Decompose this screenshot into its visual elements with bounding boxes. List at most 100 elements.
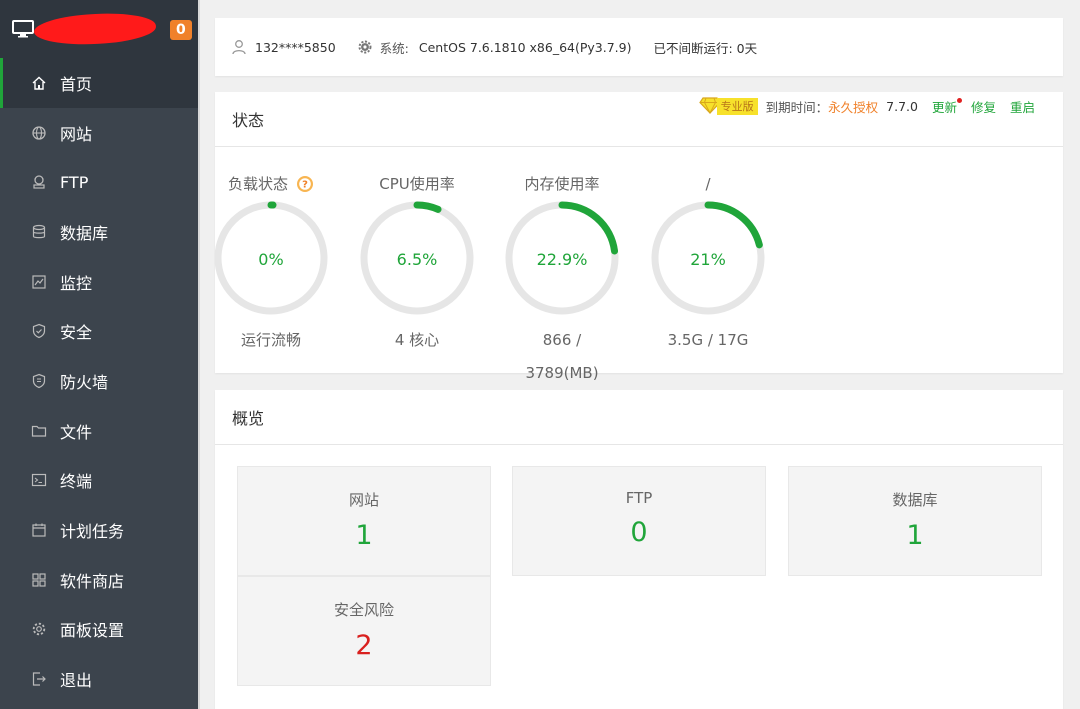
- update-dot: [956, 98, 962, 103]
- message-count-badge[interactable]: 0: [170, 20, 192, 40]
- sidebar-item-label: 防火墙: [60, 372, 109, 392]
- card-value: 1: [906, 520, 924, 551]
- update-label: 更新: [931, 100, 957, 115]
- sidebar-item-label: 计划任务: [60, 522, 125, 542]
- gear-icon: [358, 40, 372, 54]
- apps-grid-icon: [30, 571, 48, 589]
- sidebar-item-security[interactable]: 安全: [0, 306, 198, 356]
- shield-icon: [30, 322, 48, 340]
- gear-icon: [30, 620, 48, 638]
- status-title: 状态: [232, 111, 265, 130]
- card-value: 2: [355, 630, 373, 661]
- help-icon[interactable]: ?: [296, 175, 314, 193]
- card-value: 1: [355, 520, 373, 551]
- gauge-foot: 3.5G / 17G: [667, 331, 749, 349]
- overview-card-websites[interactable]: 网站 1: [237, 466, 491, 576]
- gauges-row: 负载状态 ? 0% 运行流畅 CPU使用率 6.5% 4 核心 内存使用率 22…: [214, 170, 1063, 382]
- sidebar: 0 首页 网站 FTP 数据库 监控 安全 防火墙 文件 终端 计划任务 软件商…: [0, 0, 198, 709]
- card-label: 数据库: [892, 491, 938, 509]
- overview-panel: 概览 网站 1 FTP 0 数据库 1 安全风险 2: [215, 390, 1063, 709]
- gauge-title: CPU使用率: [357, 170, 477, 198]
- sidebar-menu: 首页 网站 FTP 数据库 监控 安全 防火墙 文件 终端 计划任务 软件商店 …: [0, 58, 198, 704]
- pro-version-badge[interactable]: 专业版: [698, 96, 758, 117]
- card-value: 0: [630, 517, 648, 548]
- monitor-chart-icon: [30, 273, 48, 291]
- sidebar-item-terminal[interactable]: 终端: [0, 456, 198, 506]
- sidebar-item-app-store[interactable]: 软件商店: [0, 555, 198, 605]
- globe-icon: [30, 124, 48, 142]
- sidebar-item-logout[interactable]: 退出: [0, 654, 198, 704]
- sidebar-item-label: 文件: [60, 422, 93, 442]
- gauge-title-text: 内存使用率: [524, 175, 600, 193]
- sidebar-item-cron[interactable]: 计划任务: [0, 505, 198, 555]
- sidebar-item-label: FTP: [60, 172, 89, 192]
- system-label: 系统:: [379, 40, 409, 56]
- gauge-value: 22.9%: [536, 250, 588, 269]
- card-label: 安全风险: [333, 601, 394, 619]
- pro-label: 专业版: [716, 98, 758, 115]
- overview-panel-header: 概览: [215, 390, 1063, 445]
- gauge-memory[interactable]: 内存使用率 22.9% 866 / 3789(MB): [502, 170, 622, 390]
- sidebar-item-label: 首页: [60, 74, 93, 94]
- card-label: 网站: [348, 491, 379, 509]
- gauge-foot: 866 / 3789(MB): [525, 331, 599, 382]
- gauge-value: 6.5%: [396, 250, 438, 269]
- svg-text:?: ?: [302, 180, 308, 191]
- gauge-title: 内存使用率: [502, 170, 622, 198]
- system-value: CentOS 7.6.1810 x86_64(Py3.7.9): [418, 39, 632, 55]
- sidebar-item-label: 网站: [60, 124, 93, 144]
- expire-value: 永久授权: [828, 100, 879, 115]
- panel-version: 7.7.0: [886, 99, 918, 114]
- monitor-icon[interactable]: [12, 20, 34, 42]
- repair-link[interactable]: 修复: [971, 97, 996, 116]
- update-link[interactable]: 更新: [931, 97, 962, 116]
- gauge-title-text: CPU使用率: [379, 175, 455, 193]
- sidebar-item-files[interactable]: 文件: [0, 406, 198, 456]
- sidebar-item-ftp[interactable]: FTP: [0, 157, 198, 207]
- card-label: FTP: [625, 489, 653, 507]
- redacted-username: [33, 10, 157, 48]
- system-info: 系统: CentOS 7.6.1810 x86_64(Py3.7.9): [358, 38, 632, 57]
- gauge-load[interactable]: 负载状态 ? 0% 运行流畅: [211, 170, 331, 357]
- logout-icon: [30, 670, 48, 688]
- status-panel-header: 状态 专业版 到期时间： 永久授权 7.7.0 更新 修复 重启: [215, 92, 1063, 147]
- sidebar-item-label: 软件商店: [60, 571, 125, 591]
- status-tools: 专业版 到期时间： 永久授权 7.7.0 更新 修复 重启: [698, 96, 1035, 117]
- user-info[interactable]: 132****5850: [231, 39, 336, 55]
- calendar-icon: [30, 521, 48, 539]
- sidebar-divider: [198, 0, 200, 709]
- ftp-icon: [30, 173, 48, 191]
- status-panel: 状态 专业版 到期时间： 永久授权 7.7.0 更新 修复 重启 负载状态 ? …: [214, 92, 1063, 382]
- gauge-value: 0%: [258, 250, 284, 269]
- sidebar-item-label: 数据库: [60, 223, 109, 243]
- sidebar-item-label: 安全: [60, 323, 93, 343]
- overview-card-ftp[interactable]: FTP 0: [512, 466, 766, 576]
- sidebar-item-monitor[interactable]: 监控: [0, 257, 198, 307]
- sidebar-item-panel-settings[interactable]: 面板设置: [0, 605, 198, 655]
- gauge-foot: 运行流畅: [240, 331, 301, 349]
- sidebar-item-home[interactable]: 首页: [0, 58, 198, 108]
- folder-icon: [30, 422, 48, 440]
- gauge-disk[interactable]: / 21% 3.5G / 17G: [648, 170, 768, 357]
- overview-title: 概览: [232, 409, 265, 428]
- restart-link[interactable]: 重启: [1010, 97, 1035, 116]
- gauge-foot: 4 核心: [394, 331, 440, 349]
- sidebar-item-database[interactable]: 数据库: [0, 207, 198, 257]
- home-icon: [30, 74, 48, 92]
- uptime-text: 已不间断运行: 0天: [653, 40, 758, 56]
- sidebar-item-websites[interactable]: 网站: [0, 108, 198, 158]
- gauge-cpu[interactable]: CPU使用率 6.5% 4 核心: [357, 170, 477, 357]
- overview-card-databases[interactable]: 数据库 1: [788, 466, 1042, 576]
- sidebar-item-label: 监控: [60, 273, 93, 293]
- gauge-title: /: [648, 170, 768, 198]
- sidebar-item-label: 面板设置: [60, 621, 125, 641]
- user-icon: [231, 39, 247, 55]
- gauge-title-text: /: [705, 175, 711, 193]
- user-phone: 132****5850: [255, 39, 336, 55]
- gauge-value: 21%: [690, 250, 726, 269]
- gauge-title-text: 负载状态: [227, 175, 288, 193]
- sidebar-item-firewall[interactable]: 防火墙: [0, 356, 198, 406]
- database-icon: [30, 223, 48, 241]
- overview-card-security-risk[interactable]: 安全风险 2: [237, 576, 491, 686]
- terminal-icon: [30, 471, 48, 489]
